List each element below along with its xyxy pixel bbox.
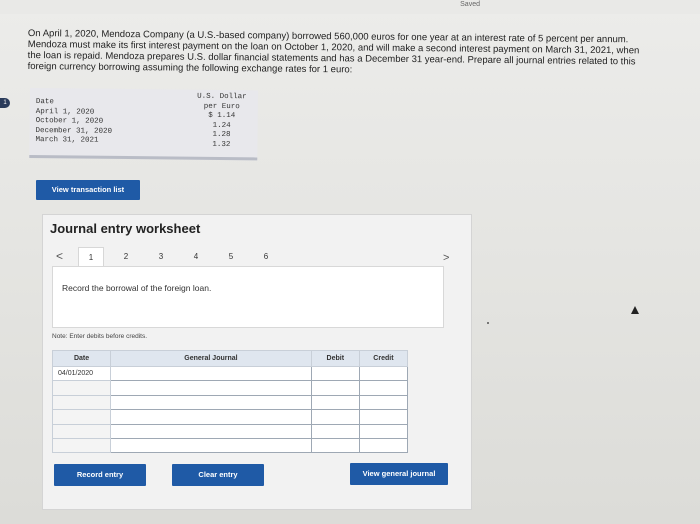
credit-input[interactable] [358,423,409,439]
view-general-journal-button[interactable]: View general journal [350,463,448,485]
prev-step-chevron-icon[interactable]: < [56,249,63,263]
problem-statement: On April 1, 2020, Mendoza Company (a U.S… [27,28,640,76]
journal-header-date: Date [51,350,112,367]
record-entry-button[interactable]: Record entry [54,464,146,486]
view-transaction-list-button[interactable]: View transaction list [36,180,140,200]
rate-date-cell: October 1, 2020 [35,117,104,126]
step-tab-5[interactable]: 5 [218,247,244,267]
account-input[interactable] [110,423,312,439]
account-input[interactable] [110,365,312,382]
journal-date-cell [51,394,112,411]
journal-date-cell [51,409,112,425]
step-tab-3[interactable]: 3 [148,247,174,267]
clear-entry-button[interactable]: Clear entry [172,464,264,486]
table-row: 04/01/2020 [51,365,409,382]
journal-date-cell [51,380,112,396]
exchange-rate-table: Date April 1, 2020 October 1, 2020 Decem… [29,88,258,161]
journal-date-cell: 04/01/2020 [51,365,112,382]
debit-input[interactable] [310,394,360,411]
journal-date-cell [51,437,112,454]
debit-input[interactable] [310,423,360,439]
screen-dust-mark [487,322,489,324]
journal-header-debit: Debit [310,350,360,367]
general-journal-table: Date General Journal Debit Credit 04/01/… [51,350,409,454]
worksheet-title: Journal entry worksheet [50,221,201,236]
table-row [51,380,409,396]
credit-input[interactable] [358,365,409,382]
rate-date-header: Date [35,98,54,107]
journal-header-account: General Journal [110,350,312,367]
mouse-cursor-icon [631,306,639,314]
journal-date-cell [51,423,112,439]
credit-input[interactable] [358,437,409,454]
step-instruction: Record the borrowal of the foreign loan. [62,283,212,293]
debit-input[interactable] [310,409,360,425]
instruction-panel [52,266,444,328]
account-input[interactable] [110,380,312,396]
step-tab-1[interactable]: 1 [78,247,104,267]
account-input[interactable] [110,394,312,411]
rate-header-line1: U.S. Dollar [197,92,247,102]
table-row [51,394,409,411]
journal-header-credit: Credit [358,350,409,367]
table-row [51,423,409,439]
question-marker-icon: 1 [0,98,10,108]
table-row [51,437,409,454]
saved-status: Saved [460,1,480,8]
rate-value-column: U.S. Dollar per Euro $ 1.14 1.24 1.28 1.… [191,93,252,151]
debit-input[interactable] [310,437,360,454]
next-step-chevron-icon[interactable]: > [443,252,449,264]
entry-note: Note: Enter debits before credits. [52,333,148,340]
rate-value-cell: 1.32 [212,140,231,149]
credit-input[interactable] [358,380,409,396]
step-tab-6[interactable]: 6 [253,247,279,267]
rate-date-column: Date April 1, 2020 October 1, 2020 Decem… [35,95,112,146]
account-input[interactable] [110,437,312,454]
credit-input[interactable] [358,409,409,425]
table-row [51,409,409,425]
step-tab-4[interactable]: 4 [183,247,209,267]
rate-date-cell: March 31, 2021 [35,136,99,145]
debit-input[interactable] [310,380,360,396]
top-status-bar: Saved [0,0,700,14]
debit-input[interactable] [310,365,360,382]
journal-header-row: Date General Journal Debit Credit [51,350,409,367]
credit-input[interactable] [358,394,409,411]
step-tab-2[interactable]: 2 [113,247,139,267]
account-input[interactable] [110,409,312,425]
